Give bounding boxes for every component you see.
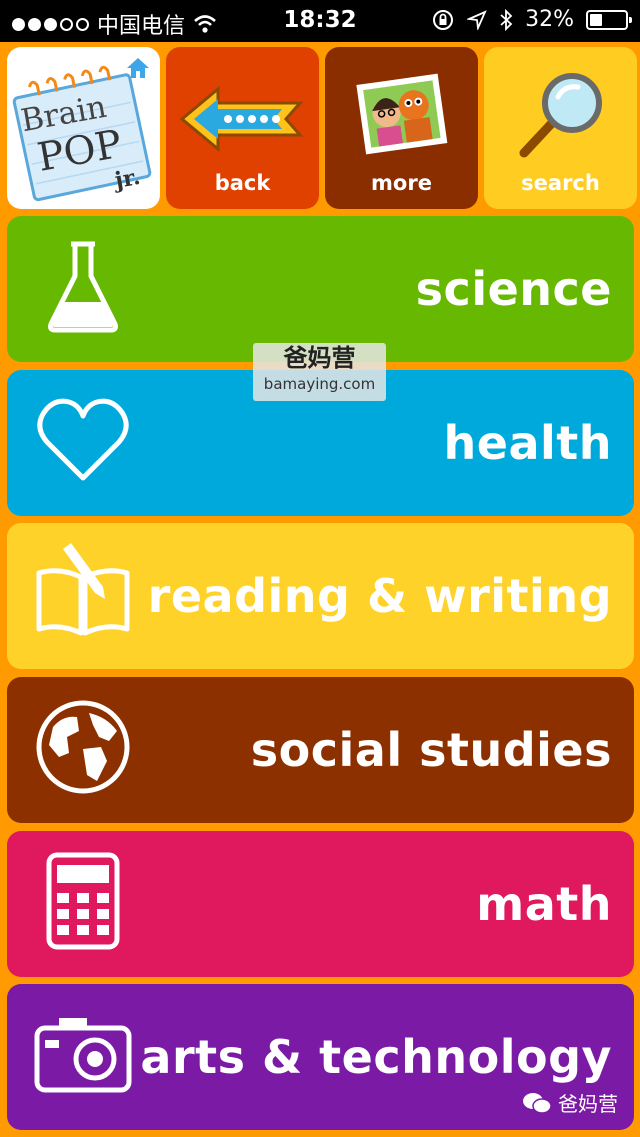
- search-label: search: [521, 171, 600, 195]
- status-bar-right: 32%: [431, 7, 632, 32]
- home-icon: [127, 58, 149, 78]
- globe-icon: [36, 700, 130, 794]
- magnifying-glass-icon: [519, 73, 602, 158]
- category-math[interactable]: math: [7, 831, 634, 977]
- category-social-studies[interactable]: social studies: [7, 677, 634, 823]
- calculator-icon: [46, 852, 120, 950]
- more-button[interactable]: more: [325, 47, 478, 209]
- more-label: more: [371, 171, 432, 195]
- book-pencil-icon: [36, 543, 130, 636]
- category-science[interactable]: science: [7, 216, 634, 362]
- bluetooth-icon: [500, 8, 513, 31]
- watermark-title: 爸妈营: [283, 344, 356, 372]
- camera-icon: [34, 1018, 132, 1093]
- bamaying-watermark: 爸妈营 bamaying.com: [253, 343, 386, 401]
- watermark-url: bamaying.com: [263, 375, 376, 393]
- status-bar: 中国电信 18:32 32%: [0, 0, 640, 42]
- svg-text:jr.: jr.: [111, 164, 142, 194]
- wechat-watermark-text: 爸妈营: [558, 1092, 618, 1116]
- category-label: reading & writing: [147, 569, 612, 623]
- category-label: social studies: [250, 723, 612, 777]
- brainpop-jr-home-button[interactable]: Brain POP jr.: [7, 47, 160, 209]
- battery-percent: 32%: [525, 7, 574, 32]
- category-label: math: [476, 877, 612, 931]
- back-arrow-icon: [179, 85, 304, 153]
- heart-icon: [37, 398, 129, 481]
- orientation-lock-icon: [433, 9, 454, 30]
- back-label: back: [214, 171, 271, 195]
- wechat-icon: [523, 1092, 552, 1114]
- battery-icon: [586, 9, 632, 30]
- flask-icon: [48, 241, 118, 333]
- back-button[interactable]: back: [166, 47, 319, 209]
- category-reading-writing[interactable]: reading & writing: [7, 523, 634, 669]
- location-arrow-icon: [467, 9, 487, 30]
- category-label: science: [415, 262, 612, 316]
- characters-photo-icon: [356, 73, 448, 155]
- category-label: health: [443, 416, 612, 470]
- wechat-watermark: 爸妈营: [522, 1088, 618, 1117]
- search-button[interactable]: search: [484, 47, 637, 209]
